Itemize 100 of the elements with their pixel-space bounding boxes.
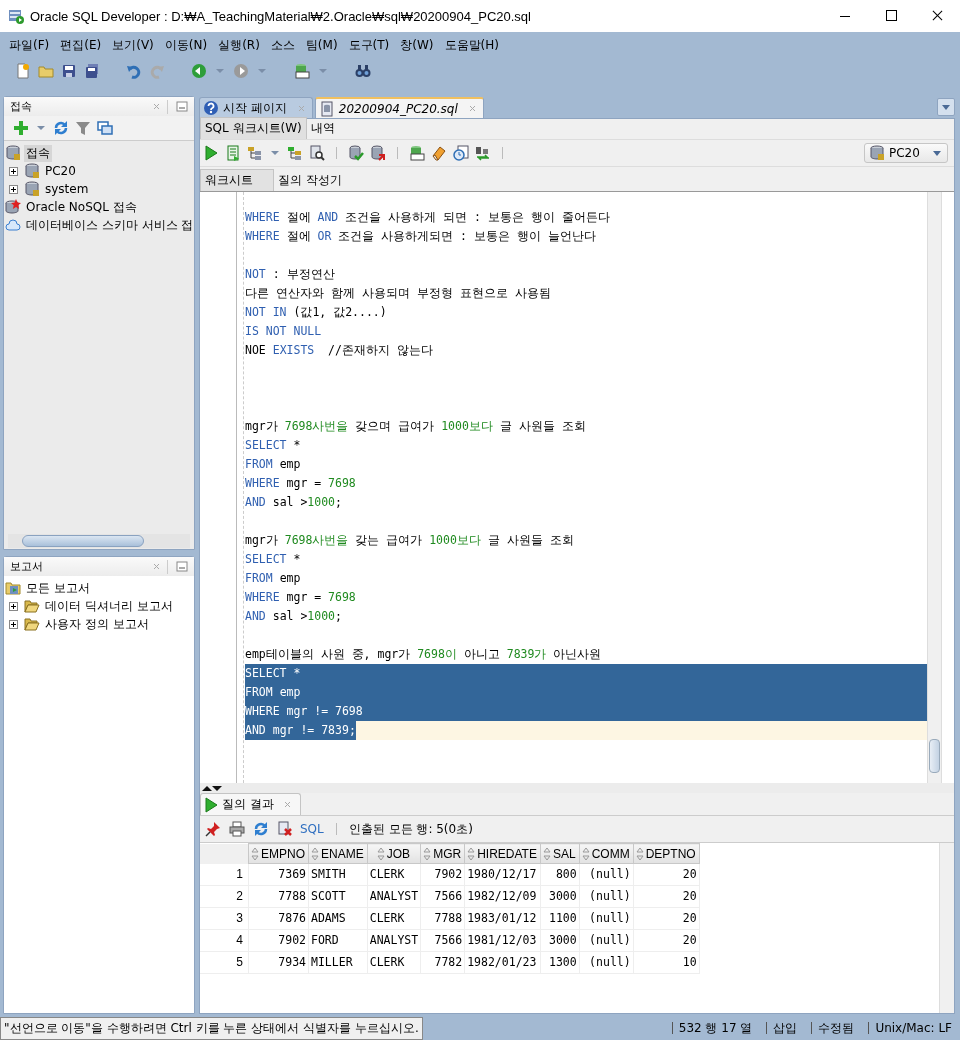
scrollbar-thumb[interactable] bbox=[22, 535, 144, 547]
menu-item[interactable]: 도구(T) bbox=[343, 36, 396, 54]
plus-icon[interactable] bbox=[13, 120, 29, 136]
tab[interactable]: SQL 워크시트(W) bbox=[200, 117, 307, 139]
tab[interactable]: 워크시트 bbox=[200, 169, 274, 191]
table-cell: 7369 bbox=[248, 863, 309, 885]
refresh-icon[interactable] bbox=[253, 821, 269, 837]
forward-icon[interactable] bbox=[233, 63, 249, 79]
column-header[interactable]: EMPNO bbox=[248, 843, 309, 864]
tab-list-button[interactable] bbox=[937, 98, 955, 116]
caret-icon[interactable] bbox=[318, 68, 328, 74]
tree-item[interactable]: 데이터 딕셔너리 보고서 bbox=[43, 597, 175, 615]
folder-icon[interactable] bbox=[38, 63, 54, 79]
editor-tab[interactable]: 20200904_PC20.sql bbox=[314, 97, 484, 118]
caret-icon[interactable] bbox=[36, 125, 46, 131]
back-icon[interactable] bbox=[191, 63, 207, 79]
minimize-icon[interactable] bbox=[176, 101, 188, 112]
rollback-icon[interactable] bbox=[370, 145, 386, 161]
scrollbar[interactable] bbox=[927, 192, 941, 783]
scrollbar[interactable] bbox=[939, 843, 954, 1013]
document-search-icon[interactable] bbox=[309, 145, 325, 161]
tree-item[interactable]: PC20 bbox=[43, 164, 78, 178]
code-line: NOT : 부정연산 bbox=[245, 266, 336, 283]
expand-toggle[interactable] bbox=[9, 601, 18, 611]
results-tab[interactable]: 질의 결과 bbox=[200, 793, 301, 815]
expand-toggle[interactable] bbox=[9, 184, 18, 194]
save-icon[interactable] bbox=[61, 63, 77, 79]
column-header[interactable]: DEPTNO bbox=[633, 843, 700, 864]
database-icon bbox=[24, 163, 40, 179]
close-icon[interactable] bbox=[152, 102, 161, 111]
column-header[interactable]: MGR bbox=[420, 843, 465, 864]
menu-item[interactable]: 도움말(H) bbox=[439, 36, 505, 54]
filter-icon[interactable] bbox=[75, 120, 91, 136]
menu-item[interactable]: 창(W) bbox=[395, 36, 440, 54]
tree-item[interactable]: Oracle NoSQL 접속 bbox=[24, 198, 139, 216]
down-triangle-icon[interactable] bbox=[212, 784, 222, 792]
up-triangle-icon[interactable] bbox=[202, 784, 212, 792]
tree-item[interactable]: 사용자 정의 보고서 bbox=[43, 615, 151, 633]
undo-icon[interactable] bbox=[126, 63, 142, 79]
minimize-icon[interactable] bbox=[176, 561, 188, 572]
arrows-icon[interactable] bbox=[475, 145, 491, 161]
close-icon[interactable] bbox=[152, 562, 161, 571]
menu-item[interactable]: 파일(F) bbox=[4, 36, 56, 54]
sql-link[interactable]: SQL bbox=[300, 822, 324, 836]
status-hint: "선언으로 이동"을 수행하려면 Ctrl 키를 누른 상태에서 식별자를 누르십시오. bbox=[0, 1016, 423, 1040]
commit-icon[interactable] bbox=[348, 145, 364, 161]
editor-tab[interactable]: 시작 페이지 bbox=[199, 97, 313, 118]
column-header[interactable]: COMM bbox=[579, 843, 634, 864]
tab[interactable]: 질의 작성기 bbox=[274, 170, 348, 191]
connection-dropdown[interactable]: PC20 bbox=[864, 143, 948, 163]
code-line: WHERE 절에 OR 조건을 사용하게되면 : 보통은 행이 늘언난다 bbox=[245, 228, 597, 245]
status-text: 삽입 bbox=[766, 1022, 806, 1034]
delete-icon[interactable] bbox=[277, 821, 293, 837]
eraser-icon[interactable] bbox=[431, 145, 447, 161]
status-text: 532 행 17 열 bbox=[671, 1022, 761, 1034]
menu-item[interactable]: 실행(R) bbox=[213, 36, 266, 54]
save-all-icon[interactable] bbox=[84, 63, 100, 79]
scrollbar[interactable] bbox=[8, 534, 190, 548]
column-header[interactable]: ENAME bbox=[308, 843, 368, 864]
table-cell: 3000 bbox=[540, 885, 580, 907]
table-cell: (null) bbox=[579, 929, 634, 951]
expand-toggle[interactable] bbox=[9, 619, 18, 629]
run-icon[interactable] bbox=[203, 145, 219, 161]
column-header[interactable]: JOB bbox=[367, 843, 421, 864]
table-cell: CLERK bbox=[367, 863, 421, 885]
caret-icon[interactable] bbox=[215, 68, 225, 74]
caret-icon[interactable] bbox=[270, 150, 280, 156]
table-cell: CLERK bbox=[367, 951, 421, 973]
table-cell: 7902 bbox=[248, 929, 309, 951]
pin-icon[interactable] bbox=[205, 821, 221, 837]
column-header[interactable]: SAL bbox=[540, 843, 580, 864]
history-icon[interactable] bbox=[453, 145, 469, 161]
tab[interactable]: 내역 bbox=[306, 118, 339, 139]
column-header[interactable]: HIREDATE bbox=[464, 843, 541, 864]
table-cell: MILLER bbox=[308, 951, 368, 973]
printer-icon[interactable] bbox=[229, 821, 245, 837]
expand-toggle[interactable] bbox=[9, 166, 18, 176]
table-cell: 1983/01/12 bbox=[464, 907, 541, 929]
close-icon[interactable] bbox=[282, 800, 292, 809]
menu-item[interactable]: 팀(M) bbox=[300, 36, 344, 54]
table-cell: 7782 bbox=[420, 951, 465, 973]
caret-icon[interactable] bbox=[257, 68, 267, 74]
tree-item[interactable]: 모든 보고서 bbox=[24, 579, 92, 597]
menu-item[interactable]: 편집(E) bbox=[55, 36, 108, 54]
tree-item[interactable]: 접속 bbox=[24, 144, 52, 162]
menu-item[interactable]: 보기(V) bbox=[107, 36, 160, 54]
close-icon[interactable] bbox=[467, 104, 477, 113]
table-cell: (null) bbox=[579, 951, 634, 973]
binoculars-icon[interactable] bbox=[355, 63, 371, 79]
script-icon[interactable] bbox=[225, 145, 241, 161]
scrollbar-thumb[interactable] bbox=[929, 739, 940, 773]
windows-icon[interactable] bbox=[97, 120, 113, 136]
table-cell: 20 bbox=[633, 929, 700, 951]
sort-icon bbox=[376, 846, 385, 861]
tree-item[interactable]: 데이터베이스 스키마 서비스 접 bbox=[24, 216, 194, 234]
new-file-icon[interactable] bbox=[15, 63, 31, 79]
menu-item[interactable]: 이동(N) bbox=[159, 36, 214, 54]
menu-item[interactable]: 소스 bbox=[265, 36, 301, 54]
refresh-icon[interactable] bbox=[53, 120, 69, 136]
tree-item[interactable]: system bbox=[43, 182, 91, 196]
